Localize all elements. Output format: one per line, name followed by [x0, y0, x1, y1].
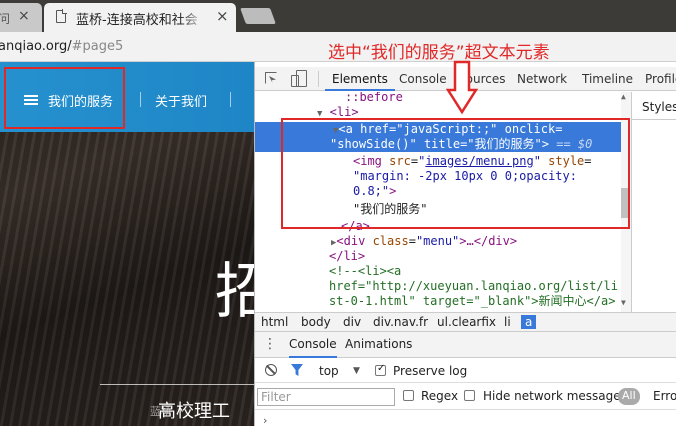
document-icon: [56, 9, 67, 23]
preserve-log-label: Preserve log: [393, 364, 468, 378]
hide-network-checkbox[interactable]: [464, 390, 475, 401]
hero-divider: [100, 384, 254, 385]
console-filter-bar: Filter Regex Hide network messages All E…: [255, 384, 676, 410]
toolbar-divider: [318, 71, 319, 87]
drawer-menu-icon[interactable]: ⋮: [263, 336, 277, 352]
nav-link-about[interactable]: 关于我们: [155, 91, 207, 110]
dom-line-div-menu[interactable]: ▶<div class="menu">…</div>: [331, 234, 517, 249]
tab-elements[interactable]: Elements: [325, 67, 395, 91]
highlight-box-dom: [281, 118, 630, 229]
device-mode-icon[interactable]: [291, 70, 307, 87]
browser-tab-active[interactable]: 蓝桥-连接高校和社会 ×: [44, 3, 236, 32]
regex-checkbox[interactable]: [403, 390, 414, 401]
url-text[interactable]: anqiao.org/#page5: [0, 39, 123, 54]
breadcrumb-item[interactable]: body: [301, 315, 331, 329]
scroll-down-icon[interactable]: ▼: [621, 298, 626, 307]
styles-pane: Styles: [631, 92, 676, 312]
tab-console[interactable]: Console: [399, 67, 447, 91]
dom-breadcrumb: html body div div.nav.fr ul.clearfix li …: [255, 312, 676, 332]
annotation-caption: 选中“我们的服务”超文本元素: [328, 43, 550, 63]
console-drawer-header: ⋮ Console Animations: [255, 332, 676, 358]
devtools-panel: Elements Console Sources Network Timelin…: [254, 62, 676, 426]
close-icon[interactable]: ×: [216, 7, 229, 25]
hero-text: 高校理工: [158, 401, 230, 422]
annotation-arrow-icon: [446, 60, 478, 115]
dom-line-li-close[interactable]: </li>: [329, 249, 365, 264]
console-prompt[interactable]: ›: [263, 414, 267, 426]
breadcrumb-item[interactable]: html: [261, 315, 288, 329]
level-errors-button[interactable]: Errors: [653, 389, 676, 403]
close-icon[interactable]: ×: [18, 8, 30, 24]
hero-large-character: 招: [215, 257, 254, 327]
tab-console-drawer[interactable]: Console: [289, 337, 337, 358]
breadcrumb-item[interactable]: li: [504, 315, 511, 329]
console-toolbar: top ▼ Preserve log: [255, 359, 676, 383]
breadcrumb-item[interactable]: div.nav.fr: [373, 315, 428, 329]
breadcrumb-item[interactable]: ul.clearfix: [437, 315, 496, 329]
browser-tab-bar: 问 × 蓝桥-连接高校和社会 ×: [0, 0, 676, 32]
regex-label: Regex: [421, 389, 459, 403]
scroll-up-icon[interactable]: ▲: [621, 92, 626, 101]
tab-title: 蓝桥-连接高校和社会: [76, 13, 198, 28]
tab-title: 问: [0, 12, 11, 26]
tab-timeline[interactable]: Timeline: [582, 67, 633, 91]
tab-network[interactable]: Network: [517, 67, 567, 91]
hide-network-label: Hide network messages: [483, 389, 627, 403]
filter-input[interactable]: Filter: [257, 388, 395, 406]
preserve-log-checkbox[interactable]: [375, 363, 386, 376]
styles-tab[interactable]: Styles: [632, 92, 676, 120]
level-all-button[interactable]: All: [618, 388, 640, 405]
chevron-down-icon[interactable]: ▼: [353, 366, 360, 376]
nav-divider: [140, 92, 141, 107]
context-select[interactable]: top: [319, 364, 339, 378]
new-tab-button[interactable]: [240, 8, 276, 24]
dom-line-before[interactable]: ::before: [345, 92, 403, 105]
breadcrumb-item[interactable]: div: [343, 315, 361, 329]
tab-animations[interactable]: Animations: [345, 337, 412, 351]
clear-console-icon[interactable]: [265, 364, 277, 376]
nav-divider: [230, 92, 231, 107]
breadcrumb-item-active[interactable]: a: [521, 315, 537, 329]
highlight-box-services: [4, 67, 125, 129]
filter-icon[interactable]: [291, 364, 303, 376]
tab-profiles[interactable]: Profile: [645, 67, 676, 91]
dom-comment-1[interactable]: <!--<li><a: [329, 264, 401, 279]
more-options-icon[interactable]: ···: [257, 154, 277, 167]
website-viewport: 我们的服务 关于我们 招 蓝桥 高校理工: [0, 62, 254, 426]
dom-comment-3[interactable]: st-0-1.html" target="_blank">新闻中心</a>: [329, 294, 615, 309]
browser-tab-previous[interactable]: 问 ×: [0, 3, 42, 32]
inspect-element-icon[interactable]: [265, 72, 277, 84]
dom-comment-2[interactable]: href="http://xueyuan.lanqiao.org/list/li: [329, 279, 618, 294]
